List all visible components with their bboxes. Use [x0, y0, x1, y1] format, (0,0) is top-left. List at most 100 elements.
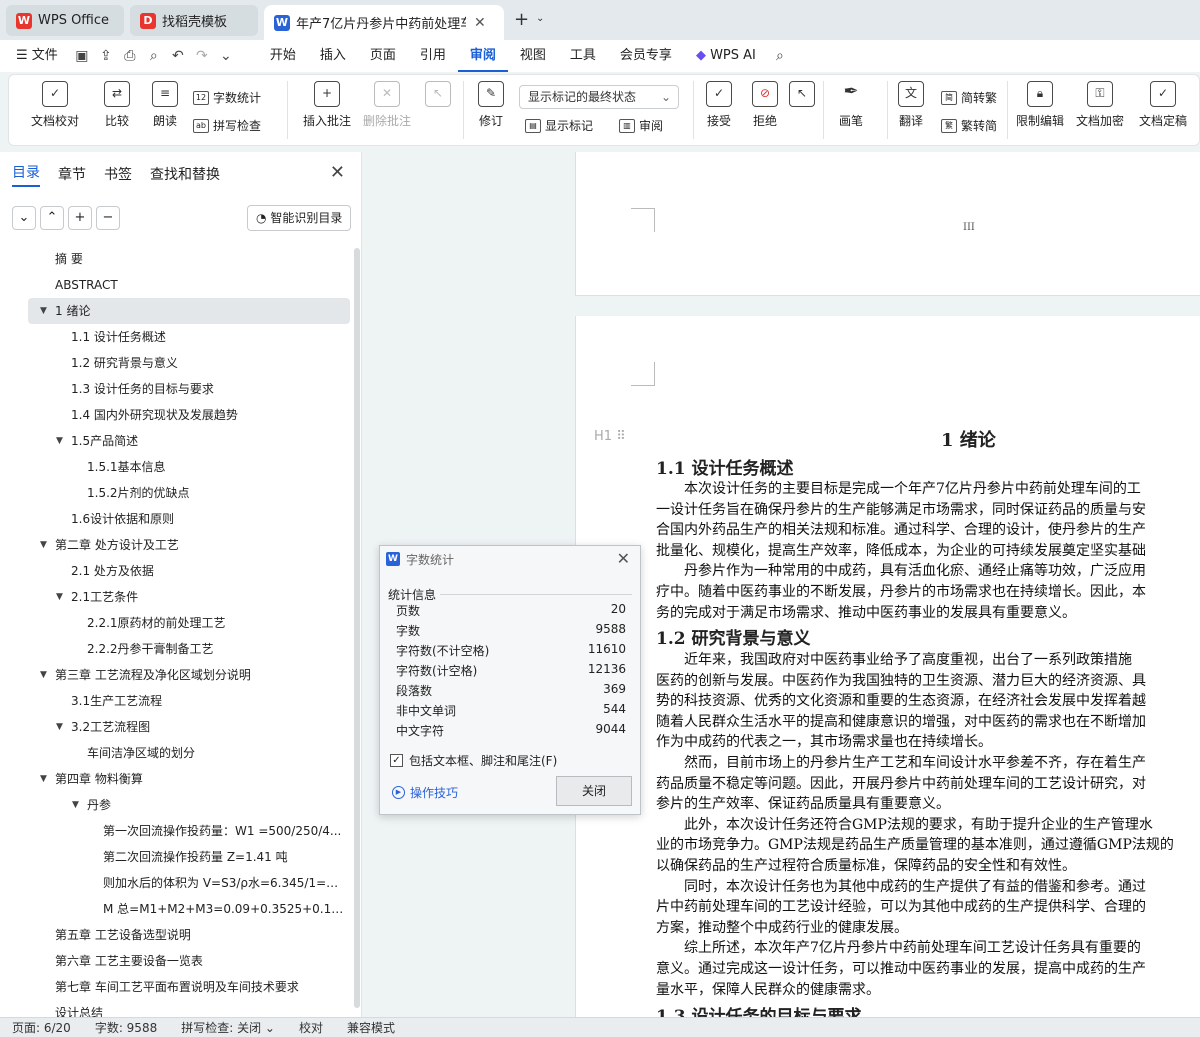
toc-item[interactable]: ABSTRACT — [55, 272, 345, 298]
redo-icon[interactable]: ↷ — [190, 48, 214, 64]
translate-button[interactable]: 文翻译 — [893, 81, 929, 129]
spell-check-button[interactable]: ab 拼写检查 — [193, 117, 261, 134]
file-menu[interactable]: ☰ 文件 — [0, 40, 70, 72]
expand-caret-icon[interactable]: ▼ — [40, 774, 47, 784]
tab-current-document[interactable]: W 年产7亿片丹参片中药前处理车 ✕ — [264, 5, 504, 40]
review-pane-button[interactable]: ▥ 审阅 — [619, 117, 663, 134]
menu-page[interactable]: 页面 — [358, 40, 408, 72]
toc-item[interactable]: 第一次回流操作投药量：W1 =500/250/4... — [103, 818, 345, 844]
search-icon[interactable]: ⌕ — [768, 48, 792, 64]
to-traditional-button[interactable]: 简简转繁 — [941, 89, 997, 106]
pen-button[interactable]: ✒ 画笔 — [833, 81, 869, 129]
menu-view[interactable]: 视图 — [508, 40, 558, 72]
print-preview-icon[interactable]: ⌕ — [142, 48, 166, 64]
expand-caret-icon[interactable]: ▼ — [40, 540, 47, 550]
toc-item[interactable]: 1.5产品简述 — [71, 428, 345, 454]
print-icon[interactable]: ⎙ — [118, 48, 142, 64]
markup-state-select[interactable]: 显示标记的最终状态 ⌄ — [519, 85, 679, 109]
toc-item[interactable]: 摘 要 — [55, 246, 345, 272]
tab-wps-office[interactable]: W WPS Office — [6, 5, 124, 36]
expand-caret-icon[interactable]: ▼ — [56, 436, 63, 446]
toc-item[interactable]: 1.5.2片剂的优缺点 — [87, 480, 345, 506]
toc-item[interactable]: 第三章 工艺流程及净化区域划分说明 — [55, 662, 345, 688]
status-page[interactable]: 页面: 6/20 — [0, 1019, 83, 1036]
toc-item[interactable]: 3.1生产工艺流程 — [71, 688, 345, 714]
word-count-button[interactable]: 12 字数统计 — [193, 89, 261, 106]
new-tab-icon[interactable]: + — [514, 9, 529, 30]
toc-item[interactable]: 第二次回流操作投药量 Z=1.41 吨 — [103, 844, 345, 870]
prev-change-button[interactable]: ↖ — [789, 81, 815, 112]
accept-button[interactable]: ✓ 接受 — [701, 81, 737, 129]
toc-item[interactable]: 1.6设计依据和原则 — [71, 506, 345, 532]
toc-item[interactable]: 第五章 工艺设备选型说明 — [55, 922, 345, 948]
toc-item[interactable]: 1.1 设计任务概述 — [71, 324, 345, 350]
toc-item[interactable]: 2.2.2丹参干膏制备工艺 — [87, 636, 345, 662]
to-simplified-button[interactable]: 繁繁转简 — [941, 117, 997, 134]
close-icon[interactable]: ✕ — [474, 15, 486, 31]
toc-item[interactable]: 车间洁净区域的划分 — [87, 740, 345, 766]
tab-chapters[interactable]: 章节 — [58, 164, 86, 184]
status-words[interactable]: 字数: 9588 — [83, 1019, 169, 1036]
wps-ai-button[interactable]: ◆ WPS AI — [684, 40, 768, 72]
toc-item[interactable]: 1.3 设计任务的目标与要求 — [71, 376, 345, 402]
toc-item[interactable]: 2.2.1原药材的前处理工艺 — [87, 610, 345, 636]
restrict-edit-button[interactable]: 🔒︎ 限制编辑 — [1013, 81, 1067, 129]
tab-docer-templates[interactable]: D 找稻壳模板 — [130, 5, 258, 36]
heading-marker[interactable]: H1 ⠿ — [594, 429, 626, 444]
expand-caret-icon[interactable]: ▼ — [40, 670, 47, 680]
menu-review[interactable]: 审阅 — [457, 40, 508, 72]
collapse-up-button[interactable]: ⌃ — [40, 206, 64, 230]
encrypt-button[interactable]: ⚿ 文档加密 — [1073, 81, 1127, 129]
add-heading-button[interactable]: + — [68, 206, 92, 230]
revise-button[interactable]: ✎ 修订 — [471, 81, 511, 129]
toc-item[interactable]: 丹参 — [87, 792, 345, 818]
tab-toc[interactable]: 目录 — [12, 162, 40, 187]
toc-item[interactable]: 第二章 处方设计及工艺 — [55, 532, 345, 558]
insert-comment-button[interactable]: + 插入批注 — [299, 81, 355, 129]
show-markup-button[interactable]: ▤ 显示标记 — [525, 117, 593, 134]
export-icon[interactable]: ⇪ — [94, 48, 118, 64]
undo-icon[interactable]: ↶ — [166, 48, 190, 64]
toc-item[interactable]: 1.2 研究背景与意义 — [71, 350, 345, 376]
read-aloud-button[interactable]: ≡ 朗读 — [147, 81, 183, 129]
chevron-down-icon[interactable]: ⌄ — [536, 13, 544, 24]
delete-comment-button[interactable]: ✕ 删除批注 — [359, 81, 415, 129]
compare-button[interactable]: ⇄ 比较 — [97, 81, 137, 129]
tab-find-replace[interactable]: 查找和替换 — [150, 164, 220, 184]
toc-item[interactable]: 第七章 车间工艺平面布置说明及车间技术要求 — [55, 974, 345, 1000]
menu-tools[interactable]: 工具 — [558, 40, 608, 72]
document-page-current[interactable]: H1 ⠿ 1 绪论 1.1 设计任务概述 本次设计任务的主要目标是完成一个年产7… — [575, 316, 1200, 1017]
menu-home[interactable]: 开始 — [258, 40, 308, 72]
save-icon[interactable]: ▣ — [70, 48, 94, 64]
status-proof[interactable]: 校对 — [287, 1019, 335, 1036]
tips-link[interactable]: ▶ 操作技巧 — [392, 784, 458, 801]
toc-item[interactable]: 则加水后的体积为 V=S3/ρ水=6.345/1=6.... — [103, 870, 345, 896]
expand-down-button[interactable]: ⌄ — [12, 206, 36, 230]
toc-item[interactable]: M 总=M1+M2+M3=0.09+0.3525+0.16... — [103, 896, 345, 922]
menu-insert[interactable]: 插入 — [308, 40, 358, 72]
close-icon[interactable]: ✕ — [617, 549, 630, 568]
close-button[interactable]: 关闭 — [556, 776, 632, 806]
menu-reference[interactable]: 引用 — [408, 40, 458, 72]
finalize-button[interactable]: ✓ 文档定稿 — [1133, 81, 1193, 129]
remove-heading-button[interactable]: − — [96, 206, 120, 230]
expand-caret-icon[interactable]: ▼ — [56, 722, 63, 732]
toc-item[interactable]: 1 绪论 — [28, 298, 350, 324]
toc-item[interactable]: 3.2工艺流程图 — [71, 714, 345, 740]
smart-toc-button[interactable]: ◔ 智能识别目录 — [247, 205, 352, 231]
expand-caret-icon[interactable]: ▼ — [72, 800, 79, 810]
include-textbox-checkbox[interactable]: ✓ 包括文本框、脚注和尾注(F) — [390, 752, 557, 769]
expand-caret-icon[interactable]: ▼ — [56, 592, 63, 602]
nav-scrollbar[interactable] — [354, 248, 360, 1008]
expand-caret-icon[interactable]: ▼ — [40, 306, 47, 316]
status-spell[interactable]: 拼写检查: 关闭 ⌄ — [169, 1019, 287, 1036]
toc-item[interactable]: 第四章 物料衡算 — [55, 766, 345, 792]
toc-item[interactable]: 2.1 处方及依据 — [71, 558, 345, 584]
chevron-down-icon[interactable]: ⌄ — [214, 48, 238, 64]
toc-item[interactable]: 2.1工艺条件 — [71, 584, 345, 610]
toc-item[interactable]: 1.4 国内外研究现状及发展趋势 — [71, 402, 345, 428]
reject-button[interactable]: ⊘ 拒绝 — [747, 81, 783, 129]
close-icon[interactable]: ✕ — [330, 162, 345, 183]
toc-item[interactable]: 1.5.1基本信息 — [87, 454, 345, 480]
tab-bookmarks[interactable]: 书签 — [104, 164, 132, 184]
